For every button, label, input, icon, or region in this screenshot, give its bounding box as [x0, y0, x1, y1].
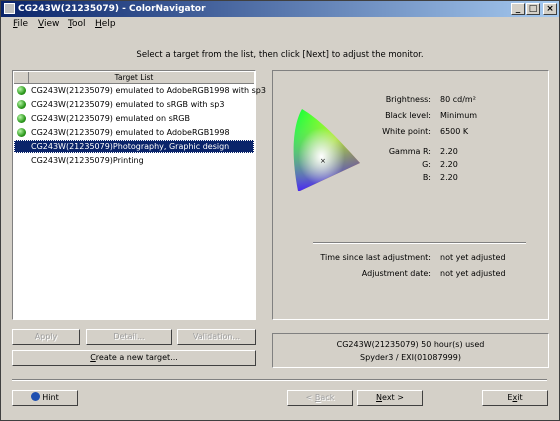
back-button[interactable]: < Back [287, 390, 353, 406]
status-green-icon [17, 100, 26, 109]
back-prefix: < [305, 393, 315, 402]
menu-view-label: iew [43, 19, 60, 29]
target-details-panel: × Brightness: 80 cd/m² Black level: Mini… [272, 70, 549, 320]
gamma-r-label: Gamma R: [388, 147, 431, 156]
menu-tool[interactable]: Tool [68, 17, 85, 31]
list-item[interactable]: CG243W(21235079) emulated to sRGB with s… [14, 98, 254, 111]
menu-tool-label: ool [71, 19, 86, 29]
list-item-selected[interactable]: CG243W(21235079)Photography, Graphic des… [14, 140, 254, 153]
hint-button[interactable]: Hint [12, 390, 78, 406]
list-item-label: CG243W(21235079) emulated on sRGB [31, 114, 190, 123]
menu-help-hotkey: H [95, 19, 102, 29]
exit-button[interactable]: Exit [482, 390, 548, 406]
target-list-header: Target List [14, 72, 254, 84]
instruction-text: Select a target from the list, then clic… [136, 50, 424, 60]
help-icon [31, 392, 41, 401]
apply-button[interactable]: Apply [12, 329, 80, 345]
list-item[interactable]: CG243W(21235079)Printing [14, 154, 254, 167]
gamma-g-label: G: [422, 160, 431, 169]
exit-label: it [517, 393, 523, 402]
app-window: CG243W(21235079) - ColorNavigator _ □ × … [0, 0, 560, 421]
create-target-button[interactable]: Create a new target... [12, 350, 256, 366]
title-bar[interactable]: CG243W(21235079) - ColorNavigator _ □ × [1, 1, 559, 17]
menu-bar: File View Tool Help [1, 17, 559, 31]
header-divider [28, 72, 29, 83]
maximize-button[interactable]: □ [526, 3, 540, 15]
validation-button[interactable]: Validation... [177, 329, 256, 345]
window-title: CG243W(21235079) - ColorNavigator [18, 4, 206, 14]
minimize-button[interactable]: _ [511, 3, 525, 15]
menu-file-label: ile [17, 19, 29, 29]
status-green-icon [17, 114, 26, 123]
gamma-r-value: 2.20 [440, 147, 458, 156]
close-button[interactable]: × [543, 3, 557, 15]
status-green-icon [17, 86, 26, 95]
next-button[interactable]: Next > [357, 390, 423, 406]
footer-divider [12, 379, 547, 381]
brightness-label: Brightness: [385, 95, 431, 104]
detail-button[interactable]: Detail... [86, 329, 172, 345]
list-item-label: CG243W(21235079) emulated to AdobeRGB199… [31, 86, 266, 95]
menu-help[interactable]: Help [95, 17, 116, 31]
list-item[interactable]: CG243W(21235079) emulated to AdobeRGB199… [14, 126, 254, 139]
white-point-value: 6500 K [440, 127, 469, 136]
monitor-usage-text: CG243W(21235079) 50 hour(s) used [336, 340, 485, 349]
list-item[interactable]: CG243W(21235079) emulated to AdobeRGB199… [14, 84, 266, 97]
back-label: ack [320, 393, 335, 402]
adjustment-date-value: not yet adjusted [440, 269, 506, 278]
adjustment-date-label: Adjustment date: [361, 269, 431, 278]
hint-label: Hint [42, 393, 59, 402]
gamma-g-value: 2.20 [440, 160, 458, 169]
status-green-icon [17, 128, 26, 137]
brightness-value: 80 cd/m² [440, 95, 476, 104]
monitor-info-panel: CG243W(21235079) 50 hour(s) used Spyder3… [272, 333, 549, 368]
list-item-label: CG243W(21235079) emulated to sRGB with s… [31, 100, 225, 109]
black-level-label: Black level: [385, 111, 431, 120]
sensor-info-text: Spyder3 / EXI(01087999) [360, 353, 461, 362]
black-level-value: Minimum [440, 111, 478, 120]
target-list-header-label: Target List [114, 73, 154, 82]
gamma-b-value: 2.20 [440, 173, 458, 182]
create-target-label: reate a new target... [95, 353, 178, 362]
white-point-label: White point: [382, 127, 431, 136]
target-list[interactable]: Target List CG243W(21235079) emulated to… [12, 70, 266, 320]
list-item-label: CG243W(21235079)Printing [31, 156, 144, 165]
details-divider [313, 242, 526, 244]
list-item[interactable]: CG243W(21235079) emulated on sRGB [14, 112, 254, 125]
time-since-adjustment-value: not yet adjusted [440, 253, 506, 262]
menu-help-label: elp [101, 19, 116, 29]
list-item-label: CG243W(21235079)Photography, Graphic des… [31, 142, 230, 151]
menu-file[interactable]: File [13, 17, 28, 31]
gamma-b-label: B: [422, 173, 431, 182]
app-icon [4, 3, 15, 14]
list-item-label: CG243W(21235079) emulated to AdobeRGB199… [31, 128, 230, 137]
menu-view[interactable]: View [38, 17, 59, 31]
next-label: ext > [382, 393, 404, 402]
time-since-adjustment-label: Time since last adjustment: [320, 253, 431, 262]
